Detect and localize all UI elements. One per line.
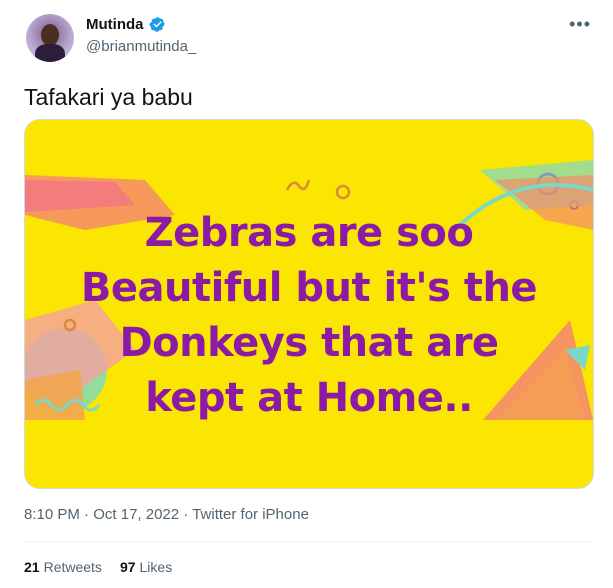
retweets-stat[interactable]: 21 Retweets <box>24 559 102 575</box>
image-caption-line: Donkeys that are <box>119 320 499 366</box>
divider <box>24 541 592 542</box>
image-caption-line: Beautiful but it's the <box>80 265 538 311</box>
author-name[interactable]: Mutinda <box>86 16 144 33</box>
likes-count: 97 <box>119 559 136 575</box>
tweet-meta: 8:10 PM · Oct 17, 2022 · Twitter for iPh… <box>24 506 309 523</box>
meta-separator: · <box>183 506 189 523</box>
likes-label: Likes <box>139 559 173 575</box>
avatar[interactable] <box>26 14 74 62</box>
tweet-text: Tafakari ya babu <box>24 84 193 110</box>
tweet-image[interactable]: Zebras are soo Beautiful but it's the Do… <box>24 119 594 489</box>
retweets-count: 21 <box>24 559 40 575</box>
image-caption: Zebras are soo Beautiful but it's the Do… <box>25 206 593 426</box>
image-caption-line: kept at Home.. <box>145 375 473 421</box>
tweet-stats: 21 Retweets 97 Likes <box>24 559 172 575</box>
avatar-body <box>35 44 65 62</box>
tweet-time[interactable]: 8:10 PM <box>24 506 80 523</box>
meta-separator: · <box>84 506 90 523</box>
tweet-source[interactable]: Twitter for iPhone <box>192 506 309 523</box>
image-caption-line: Zebras are soo <box>144 210 474 256</box>
tweet-date[interactable]: Oct 17, 2022 <box>93 506 179 523</box>
retweets-label: Retweets <box>43 559 102 575</box>
likes-stat[interactable]: 97 Likes <box>120 559 172 575</box>
more-icon[interactable]: ••• <box>569 14 591 35</box>
avatar-face <box>41 24 59 46</box>
author-name-row: Mutinda <box>86 16 166 33</box>
verified-badge-icon <box>149 17 165 32</box>
author-handle[interactable]: @brianmutinda_ <box>86 38 196 55</box>
